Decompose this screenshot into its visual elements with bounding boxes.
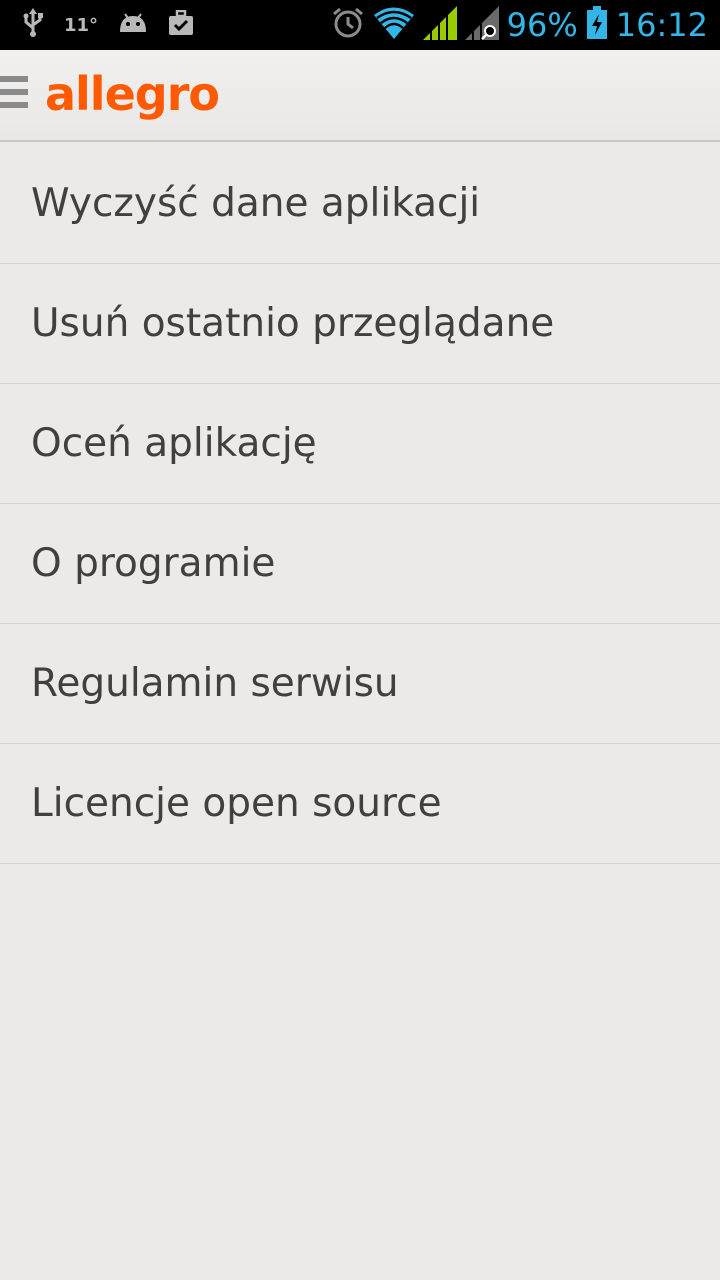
status-bar-left: 11° xyxy=(22,7,194,43)
menu-item-clear-app-data[interactable]: Wyczyść dane aplikacji xyxy=(0,144,720,264)
hamburger-icon[interactable] xyxy=(0,76,28,116)
usb-icon xyxy=(22,7,44,43)
menu-item-open-source-licenses[interactable]: Licencje open source xyxy=(0,744,720,864)
menu-item-rate-app[interactable]: Oceń aplikację xyxy=(0,384,720,504)
status-bar-right: 96% 16:12 xyxy=(331,5,708,45)
menu-item-label: Regulamin serwisu xyxy=(31,661,399,706)
menu-item-label: Licencje open source xyxy=(31,781,442,826)
battery-percent-text: 96% xyxy=(506,6,578,44)
cell-signal-icon xyxy=(422,5,457,45)
alarm-icon xyxy=(331,6,365,45)
wifi-icon xyxy=(373,6,415,45)
menu-item-label: Wyczyść dane aplikacji xyxy=(31,181,481,226)
settings-menu-list: Wyczyść dane aplikacji Usuń ostatnio prz… xyxy=(0,144,720,864)
menu-item-terms-of-service[interactable]: Regulamin serwisu xyxy=(0,624,720,744)
battery-charging-icon xyxy=(586,5,608,45)
menu-item-label: O programie xyxy=(31,541,276,586)
app-logo[interactable]: allegro xyxy=(45,67,220,121)
status-bar: 11° 96% 16:12 xyxy=(0,0,720,50)
menu-item-about[interactable]: O programie xyxy=(0,504,720,624)
android-icon xyxy=(118,12,148,39)
menu-item-label: Usuń ostatnio przeglądane xyxy=(31,301,555,346)
menu-item-delete-recently-viewed[interactable]: Usuń ostatnio przeglądane xyxy=(0,264,720,384)
briefcase-check-icon xyxy=(168,9,194,41)
cell-signal-roaming-icon xyxy=(464,5,499,45)
clock-text: 16:12 xyxy=(615,6,708,44)
menu-item-label: Oceń aplikację xyxy=(31,421,317,466)
temperature-text: 11° xyxy=(64,14,99,36)
action-bar: allegro xyxy=(0,50,720,142)
